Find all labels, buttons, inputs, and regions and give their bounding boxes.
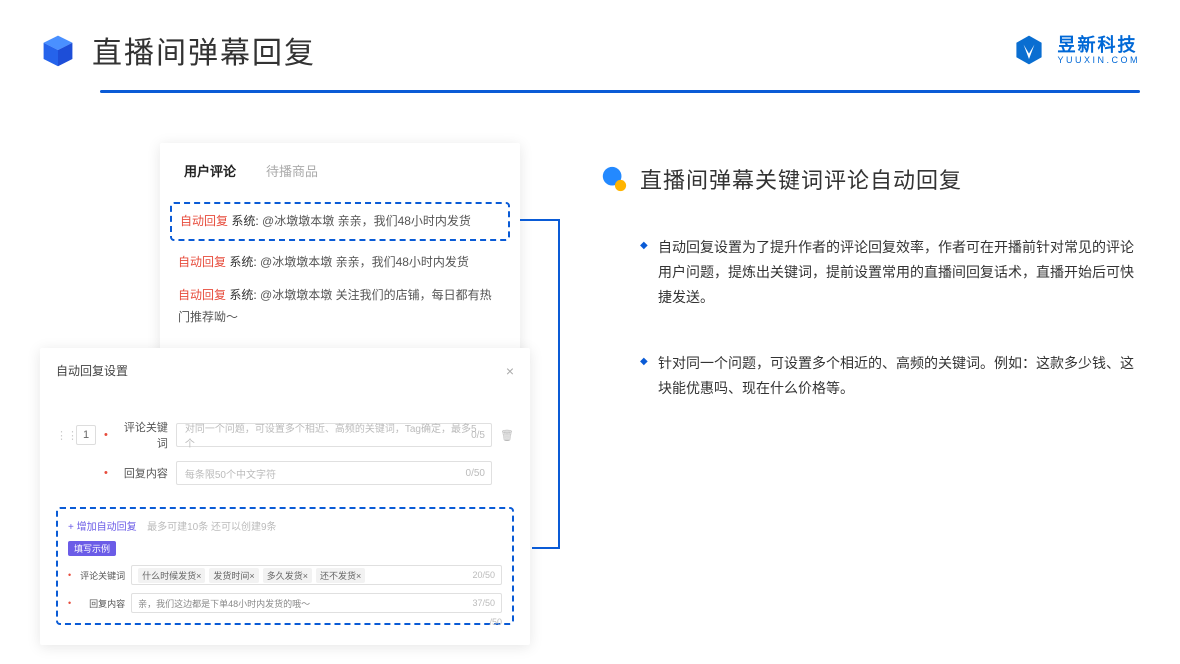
header-left: 直播间弹幕回复 [40,28,316,72]
comment-text: @冰墩墩本墩 关注我们的店铺，每日都有热门推荐呦～ [178,288,492,325]
example-badge: 填写示例 [68,541,116,556]
page-header: 直播间弹幕回复 昱新科技 YUUXIN.COM [0,0,1180,72]
required-dot: • [104,467,108,479]
ex-content-counter: 37/50 [472,598,495,608]
system-tag: 系统: [229,255,256,269]
add-auto-reply-link[interactable]: + 增加自动回复 [68,522,137,533]
ex-content-label: 回复内容 [77,597,125,610]
tab-user-comments[interactable]: 用户评论 [184,161,236,180]
auto-reply-tag: 自动回复 [178,255,226,269]
comment-text: @冰墩墩本墩 亲亲，我们48小时内发货 [260,255,469,269]
keyword-label: 评论关键词 [116,419,168,451]
brand-name-cn: 昱新科技 [1057,36,1140,54]
required-dot: • [104,429,108,441]
example-content-row: • 回复内容 亲，我们这边都是下单48小时内发货的哦～ 37/50 [68,593,502,613]
keyword-row: ⋮⋮ 1 • 评论关键词 对同一个问题，可设置多个相近、高频的关键词，Tag确定… [56,419,514,451]
ex-keyword-input[interactable]: 什么时候发货× 发货时间× 多久发货× 还不发货× 20/50 [131,565,502,585]
page-title: 直播间弹幕回复 [92,28,316,72]
settings-header: 自动回复设置 × [56,362,514,391]
keyword-tag[interactable]: 什么时候发货× [138,568,205,583]
auto-reply-tag: 自动回复 [180,214,228,228]
content-input[interactable]: 每条限50个中文字符 0/50 [176,461,492,485]
cube-icon [40,32,76,68]
comment-item: 自动回复 系统: @冰墩墩本墩 关注我们的店铺，每日都有热门推荐呦～ [178,284,502,330]
keyword-tag[interactable]: 多久发货× [263,568,312,583]
connector-line [558,219,560,549]
required-dot: • [68,570,71,580]
auto-reply-tag: 自动回复 [178,288,226,302]
sub-heading: 直播间弹幕关键词评论自动回复 [600,163,1140,195]
comment-text: @冰墩墩本墩 亲亲，我们48小时内发货 [262,214,471,228]
add-hint: 最多可建10条 还可以创建9条 [147,522,276,533]
comment-item: 自动回复 系统: @冰墩墩本墩 亲亲，我们48小时内发货 [178,251,502,274]
left-column: 用户评论 待播商品 自动回复 系统: @冰墩墩本墩 亲亲，我们48小时内发货 自… [40,143,540,613]
keyword-input[interactable]: 对同一个问题，可设置多个相近、高频的关键词，Tag确定，最多5个 0/5 [176,423,492,447]
brand: 昱新科技 YUUXIN.COM [1011,32,1140,68]
brand-logo-icon [1011,32,1047,68]
system-tag: 系统: [229,288,256,302]
bullet-item: 针对同一个问题，可设置多个相近的、高频的关键词。例如：这款多少钱、这块能优惠吗、… [640,351,1140,401]
sub-title: 直播间弹幕关键词评论自动回复 [640,163,962,195]
keyword-tag[interactable]: 还不发货× [316,568,365,583]
comment-tabs: 用户评论 待播商品 [160,161,520,192]
example-keyword-row: • 评论关键词 什么时候发货× 发货时间× 多久发货× 还不发货× 20/50 [68,565,502,585]
drag-handle-icon[interactable]: ⋮⋮ [56,429,68,442]
ex-keyword-label: 评论关键词 [77,569,125,582]
bullet-item: 自动回复设置为了提升作者的评论回复效率，作者可在开播前针对常见的评论用户问题，提… [640,235,1140,311]
ex-content-input[interactable]: 亲，我们这边都是下单48小时内发货的哦～ 37/50 [131,593,502,613]
keyword-counter: 0/5 [471,430,485,441]
close-icon[interactable]: × [506,363,514,379]
right-column: 直播间弹幕关键词评论自动回复 自动回复设置为了提升作者的评论回复效率，作者可在开… [600,143,1140,613]
chat-bubble-icon [600,165,628,193]
index-box: 1 [76,425,96,445]
comments-card: 用户评论 待播商品 自动回复 系统: @冰墩墩本墩 亲亲，我们48小时内发货 自… [160,143,520,363]
comment-list: 自动回复 系统: @冰墩墩本墩 亲亲，我们48小时内发货 自动回复 系统: @冰… [160,192,520,329]
ex-keyword-counter: 20/50 [472,570,495,580]
content-counter: 0/50 [466,468,485,479]
tab-pending-products[interactable]: 待播商品 [266,161,318,180]
brand-name-en: YUUXIN.COM [1057,56,1140,65]
outer-counter: /50 [489,617,502,627]
connector-line [520,219,560,221]
ex-content-value: 亲，我们这边都是下单48小时内发货的哦～ [138,597,310,610]
delete-icon[interactable]: 🗑 [500,429,514,442]
comment-highlighted: 自动回复 系统: @冰墩墩本墩 亲亲，我们48小时内发货 [170,202,510,241]
bullet-list: 自动回复设置为了提升作者的评论回复效率，作者可在开播前针对常见的评论用户问题，提… [600,235,1140,401]
settings-title: 自动回复设置 [56,362,128,379]
keyword-placeholder: 对同一个问题，可设置多个相近、高频的关键词，Tag确定，最多5个 [185,420,483,450]
content-row: • 回复内容 每条限50个中文字符 0/50 [56,461,514,485]
example-block: + 增加自动回复 最多可建10条 还可以创建9条 填写示例 • 评论关键词 什么… [56,507,514,625]
content-label: 回复内容 [116,465,168,481]
required-dot: • [68,598,71,608]
content-placeholder: 每条限50个中文字符 [185,466,276,481]
connector-line [532,547,560,549]
settings-card: 自动回复设置 × ⋮⋮ 1 • 评论关键词 对同一个问题，可设置多个相近、高频的… [40,348,530,645]
keyword-tag[interactable]: 发货时间× [209,568,258,583]
system-tag: 系统: [231,214,258,228]
brand-text: 昱新科技 YUUXIN.COM [1057,36,1140,65]
